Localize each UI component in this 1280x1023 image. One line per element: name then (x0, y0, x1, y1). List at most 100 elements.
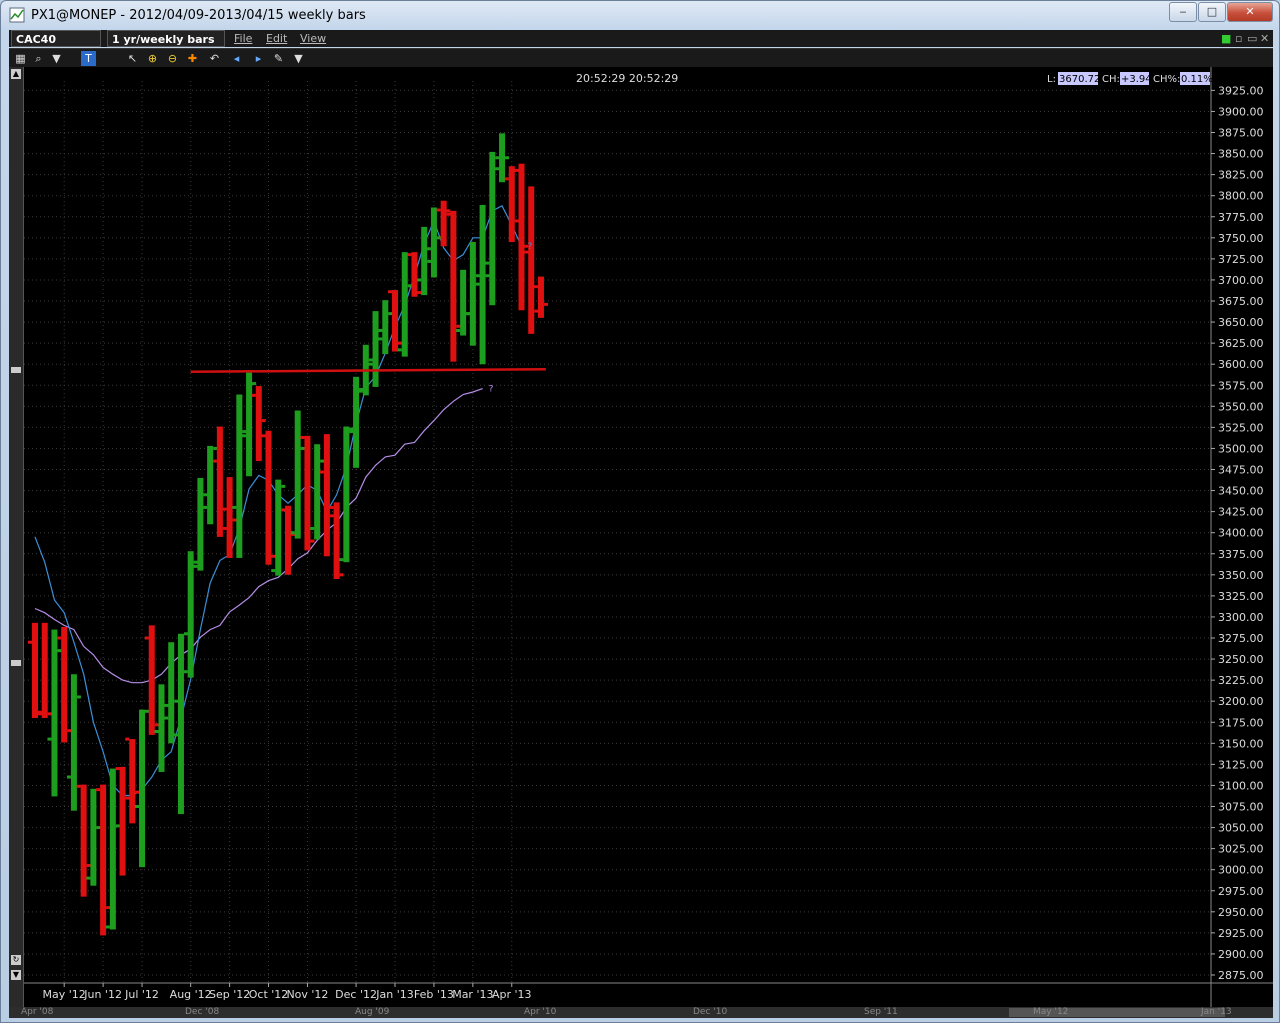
zoom-icon[interactable]: ⌕ (31, 51, 46, 66)
ohlc-bar (261, 430, 276, 565)
bar-close-tick (514, 219, 519, 223)
dropdown-icon[interactable]: ▼ (49, 51, 64, 66)
ohlc-bar (378, 300, 393, 355)
close-button[interactable]: ✕ (1227, 2, 1273, 22)
text-icon[interactable]: T (81, 51, 96, 66)
menu-edit[interactable]: Edit (266, 30, 287, 47)
bar-open-tick (388, 290, 393, 294)
security-selector[interactable]: CAC40 INDEX ▾ (11, 30, 101, 63)
readout-ch-label: CH: (1102, 74, 1120, 85)
ohlc-bar (251, 386, 266, 462)
bar-range (80, 784, 87, 897)
bar-close-tick (47, 712, 52, 716)
zoom-in-icon[interactable]: ⊕ (145, 51, 160, 66)
bar-close-tick (252, 382, 257, 386)
y-tick-label: 3350.00 (1218, 569, 1264, 582)
wrench-icon[interactable]: ✎ (271, 51, 286, 66)
chart-icon[interactable]: ▦ (13, 51, 28, 66)
bar-close-tick (193, 560, 198, 564)
bar-close-tick (271, 554, 276, 558)
ma-fast-end-marker: ? (528, 242, 533, 252)
bar-close-tick (261, 419, 266, 423)
bar-range (168, 642, 175, 744)
bar-open-tick (475, 282, 480, 286)
menu-view[interactable]: View (300, 30, 326, 47)
bar-close-tick (145, 709, 150, 713)
bar-range (343, 426, 350, 563)
bar-close-tick (534, 309, 539, 313)
chart-area[interactable]: ▲ ↻ ▼ 2875.00 2900.00 2925.00 2950.00 2975.0… (9, 67, 1273, 1007)
bar-close-tick (543, 302, 548, 306)
x-tick-label: Mar '13 (452, 988, 493, 1001)
bar-close-tick (174, 699, 179, 703)
cursor-icon[interactable]: ↖ (125, 51, 140, 66)
y-tick-label: 3250.00 (1218, 653, 1264, 666)
timeline-scrollbar[interactable]: Apr '08 Dec '08 Aug '09 Apr '10 Dec '10 … (9, 1007, 1273, 1018)
scroll-right-icon[interactable]: ▸ (251, 51, 266, 66)
ohlc-bar (310, 444, 325, 540)
scroll-left-icon[interactable]: ◂ (229, 51, 244, 66)
maximize-button[interactable]: □ (1198, 2, 1226, 22)
bar-open-tick (349, 427, 354, 431)
bar-open-tick (232, 505, 237, 509)
dropdown-icon[interactable]: ▼ (291, 51, 306, 66)
app-chart-icon (9, 7, 25, 23)
bar-range (401, 252, 408, 357)
ohlc-bar (135, 709, 150, 868)
bar-open-tick (271, 569, 276, 573)
y-tick-label: 3000.00 (1218, 864, 1264, 877)
period-selector[interactable]: 1 yr/weekly bars ▾ (107, 30, 225, 63)
x-tick-label: Jun '12 (83, 988, 122, 1001)
y-tick-label: 3325.00 (1218, 590, 1264, 603)
ohlc-bar (524, 186, 539, 334)
bar-range (469, 242, 476, 346)
window-restore-icon[interactable]: ▭ (1247, 32, 1257, 45)
crosshair-icon[interactable]: ✚ (185, 51, 200, 66)
ohlc-bar (222, 477, 237, 558)
y-tick-label: 2875.00 (1218, 969, 1264, 982)
price-chart[interactable]: 2875.00 2900.00 2925.00 2950.00 2975.00 3000.… (9, 67, 1273, 1007)
timeline-label: Dec '10 (693, 1007, 728, 1017)
pin-icon[interactable]: ▫ (1235, 32, 1242, 45)
bar-range (323, 434, 330, 557)
bar-range (333, 502, 340, 580)
bar-range (129, 739, 136, 824)
ohlc-bar (475, 204, 490, 365)
bar-open-tick (164, 716, 169, 720)
ohlc-bar (115, 766, 130, 876)
bar-range (41, 622, 48, 719)
x-tick-label: Apr '13 (492, 988, 532, 1001)
y-tick-label: 3800.00 (1218, 190, 1264, 203)
menu-file[interactable]: File (234, 30, 252, 47)
bar-close-tick (203, 493, 208, 497)
title-bar[interactable]: PX1@MONEP - 2012/04/09-2013/04/15 weekly… (1, 1, 1279, 29)
y-tick-label: 3900.00 (1218, 105, 1264, 118)
minimize-button[interactable]: ‒ (1169, 2, 1197, 22)
y-tick-label: 3425.00 (1218, 506, 1264, 519)
menu-bar: CAC40 INDEX ▾ 1 yr/weekly bars ▾ File Ed… (9, 30, 1273, 63)
bar-open-tick (533, 285, 538, 289)
y-tick-label: 3575.00 (1218, 379, 1264, 392)
window-title: PX1@MONEP - 2012/04/09-2013/04/15 weekly… (31, 8, 366, 23)
y-tick-label: 3525.00 (1218, 421, 1264, 434)
bar-close-tick (135, 790, 140, 794)
bar-close-tick (125, 796, 130, 800)
bar-close-tick (115, 824, 120, 828)
bar-open-tick (407, 253, 412, 257)
bar-open-tick (242, 434, 247, 438)
window-close-icon[interactable]: ✕ (1260, 32, 1269, 45)
timeline-label: Dec '08 (185, 1007, 220, 1017)
ohlc-bar (86, 788, 101, 886)
zoom-out-icon[interactable]: ⊖ (165, 51, 180, 66)
timeline-label: May '12 (1033, 1007, 1069, 1017)
ohlc-bar (125, 737, 140, 824)
bar-close-tick (407, 284, 412, 288)
readout-l-label: L: (1047, 74, 1056, 85)
bar-open-tick (368, 362, 373, 366)
bar-range (265, 430, 272, 565)
ohlc-bar (465, 242, 480, 346)
undo-icon[interactable]: ↶ (207, 51, 222, 66)
x-tick-label: Sep '12 (209, 988, 250, 1001)
chart-toolbar: ▦ ⌕ ▼ T ↖ ⊕ ⊖ ✚ ↶ ◂ ▸ ✎ ▼ (9, 48, 1273, 68)
y-tick-label: 3075.00 (1218, 801, 1264, 814)
